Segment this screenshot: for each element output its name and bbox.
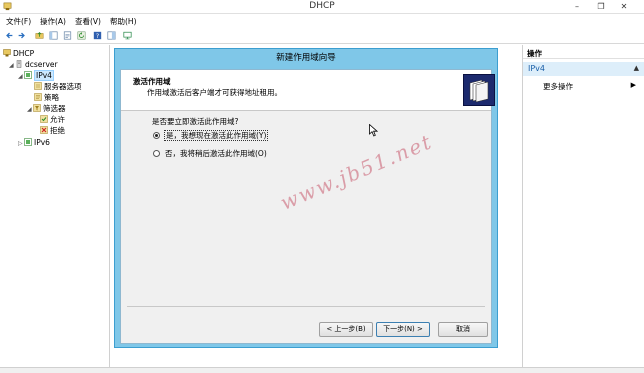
deny-icon — [40, 126, 48, 134]
wizard-subheading: 作用域激活后客户端才可获得地址租用。 — [147, 88, 282, 97]
tree-node-dhcp[interactable]: DHCP — [3, 49, 34, 59]
wizard-header: 激活作用域 作用域激活后客户端才可获得地址租用。 — [121, 70, 495, 111]
up-folder-icon[interactable] — [34, 30, 45, 41]
server-options-icon — [34, 82, 42, 90]
back-arrow-icon[interactable] — [4, 30, 15, 41]
next-button[interactable]: 下一步(N) > — [376, 322, 430, 337]
wizard-title: 新建作用域向导 — [276, 53, 336, 63]
show-tree-icon[interactable] — [48, 30, 59, 41]
tree-node-deny[interactable]: 拒绝 — [40, 126, 65, 136]
tree-node-ipv6[interactable]: ▷ IPv6 — [18, 138, 50, 148]
radio-activate-later[interactable]: 否，我将稍后激活此作用域(O) — [153, 148, 267, 160]
wizard-body: 激活作用域 作用域激活后客户端才可获得地址租用。 是否要立即激活此作用域? 是，… — [120, 69, 495, 344]
toolbar: ? — [0, 27, 644, 44]
title-bar: DHCP – ❐ ✕ — [0, 0, 644, 14]
menu-help[interactable]: 帮助(H) — [110, 16, 137, 27]
tree-node-server-options[interactable]: 服务器选项 — [34, 82, 82, 92]
more-actions-link[interactable]: 更多操作 — [543, 81, 573, 92]
menu-view[interactable]: 查看(V) — [75, 16, 101, 27]
policies-icon — [34, 93, 42, 101]
ipv4-icon — [24, 71, 32, 79]
radio-activate-now[interactable]: 是，我想现在激活此作用域(Y) — [153, 130, 269, 142]
panel-icon[interactable] — [106, 30, 117, 41]
dhcp-icon — [3, 49, 11, 57]
button-separator — [127, 306, 485, 307]
close-button[interactable]: ✕ — [617, 1, 631, 12]
radio-dot[interactable] — [153, 150, 160, 157]
cancel-button[interactable]: 取消 — [438, 322, 488, 337]
tree-node-policies[interactable]: 策略 — [34, 93, 59, 103]
tree-node-allow[interactable]: 允许 — [40, 115, 65, 125]
menu-bar: 文件(F) 操作(A) 查看(V) 帮助(H) — [0, 14, 644, 27]
activate-question: 是否要立即激活此作用域? — [152, 117, 239, 126]
restore-button[interactable]: ❐ — [594, 1, 608, 12]
allow-icon — [40, 115, 48, 123]
mouse-cursor-icon — [369, 124, 378, 137]
collapse-caret-icon[interactable]: ▲ — [634, 64, 639, 72]
server-icon — [16, 60, 22, 68]
wizard-scope-icon — [463, 74, 495, 106]
ipv6-icon — [24, 138, 32, 146]
window-title: DHCP — [309, 1, 335, 11]
submenu-arrow-icon: ▶ — [630, 81, 636, 89]
svg-text:?: ? — [96, 32, 100, 40]
tree-node-ipv4[interactable]: ◢ IPv4 — [18, 70, 54, 81]
back-button[interactable]: < 上一步(B) — [319, 322, 373, 337]
minimize-button[interactable]: – — [570, 1, 584, 12]
refresh-icon[interactable] — [76, 30, 87, 41]
filters-icon — [33, 104, 41, 112]
radio-dot-selected[interactable] — [153, 132, 160, 139]
help-icon[interactable]: ? — [92, 30, 103, 41]
wizard-heading: 激活作用域 — [133, 77, 171, 86]
actions-pane: 操作 IPv4 ▲ 更多操作 ▶ — [522, 45, 644, 367]
menu-action[interactable]: 操作(A) — [40, 16, 66, 27]
tree-node-dcserver[interactable]: ◢ dcserver — [9, 60, 58, 70]
monitor-icon[interactable] — [122, 30, 133, 41]
tree-node-filters[interactable]: ◢ 筛选器 — [27, 104, 66, 114]
console-tree: DHCP ◢ dcserver ◢ IPv4 服务器选项 策略 ◢ 筛选器 允许 拒绝… — [0, 45, 110, 367]
forward-arrow-icon[interactable] — [16, 30, 27, 41]
properties-icon[interactable] — [62, 30, 73, 41]
actions-section-ipv4[interactable]: IPv4 ▲ — [523, 62, 644, 76]
status-bar — [0, 367, 644, 373]
menu-file[interactable]: 文件(F) — [6, 16, 31, 27]
actions-header: 操作 — [523, 45, 644, 59]
